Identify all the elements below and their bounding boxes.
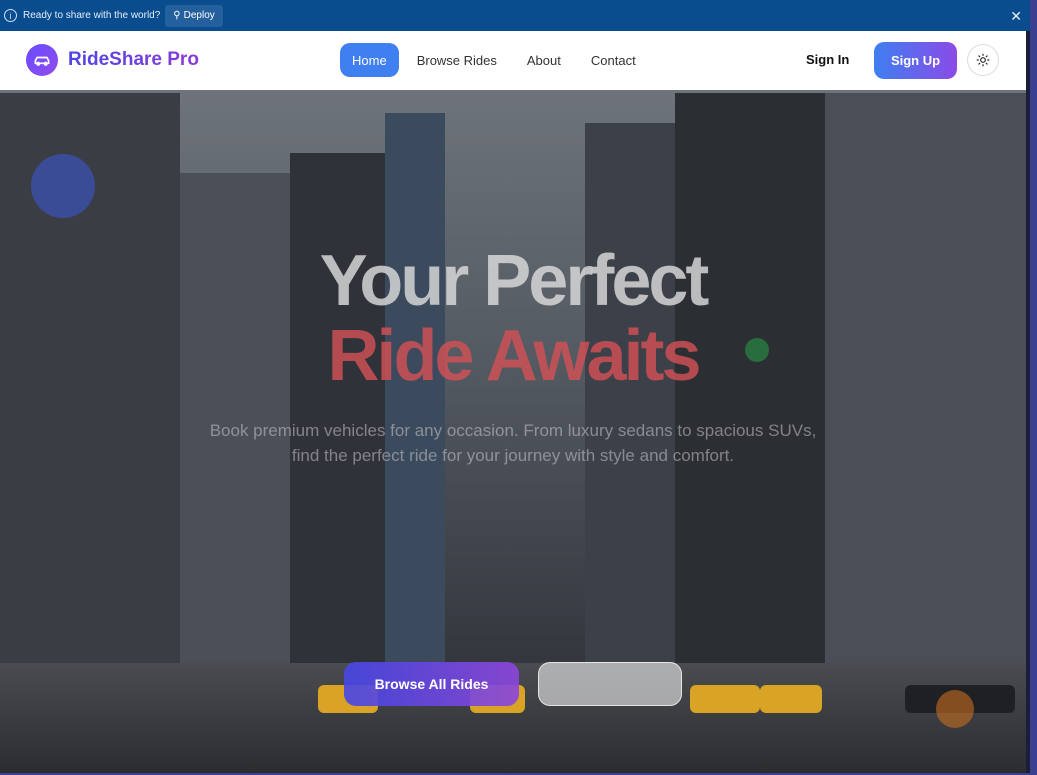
info-icon: i: [4, 9, 17, 22]
close-icon[interactable]: ✕: [1010, 8, 1022, 25]
logo-mark[interactable]: [26, 44, 58, 76]
nav-link-home[interactable]: Home: [340, 43, 399, 77]
sun-icon: [976, 53, 990, 67]
sign-up-button[interactable]: Sign Up: [874, 42, 957, 79]
deploy-label: Deploy: [183, 10, 215, 21]
decorative-orb-blue: [31, 154, 95, 218]
top-navigation: RideShare Pro Home Browse Rides About Co…: [0, 31, 1026, 90]
rocket-icon: ⚲: [173, 10, 181, 21]
deploy-banner: i Ready to share with the world? ⚲ Deplo…: [0, 0, 1030, 31]
hero-subtitle: Book premium vehicles for any occasion. …: [209, 421, 817, 465]
banner-message: Ready to share with the world?: [23, 10, 161, 21]
sign-in-button[interactable]: Sign In: [806, 52, 849, 67]
hero-section: Your Perfect Ride Awaits Book premium ve…: [0, 90, 1026, 773]
brand-name[interactable]: RideShare Pro: [68, 49, 199, 71]
app-frame: i Ready to share with the world? ⚲ Deplo…: [0, 0, 1037, 775]
car-icon: [34, 56, 50, 66]
nav-link-about[interactable]: About: [515, 43, 573, 77]
nav-links: Home Browse Rides About Contact: [340, 43, 648, 77]
decorative-orb-orange: [936, 690, 974, 728]
deploy-button[interactable]: ⚲ Deploy: [165, 4, 223, 27]
theme-toggle-button[interactable]: [967, 44, 999, 76]
secondary-cta-button[interactable]: [538, 662, 682, 706]
browse-all-rides-button[interactable]: Browse All Rides: [344, 662, 519, 706]
nav-link-contact[interactable]: Contact: [579, 43, 648, 77]
hero-title-line-2: Ride Awaits: [327, 316, 701, 396]
nav-link-browse-rides[interactable]: Browse Rides: [405, 43, 509, 77]
hero-title-line-1: Your Perfect: [319, 241, 710, 321]
